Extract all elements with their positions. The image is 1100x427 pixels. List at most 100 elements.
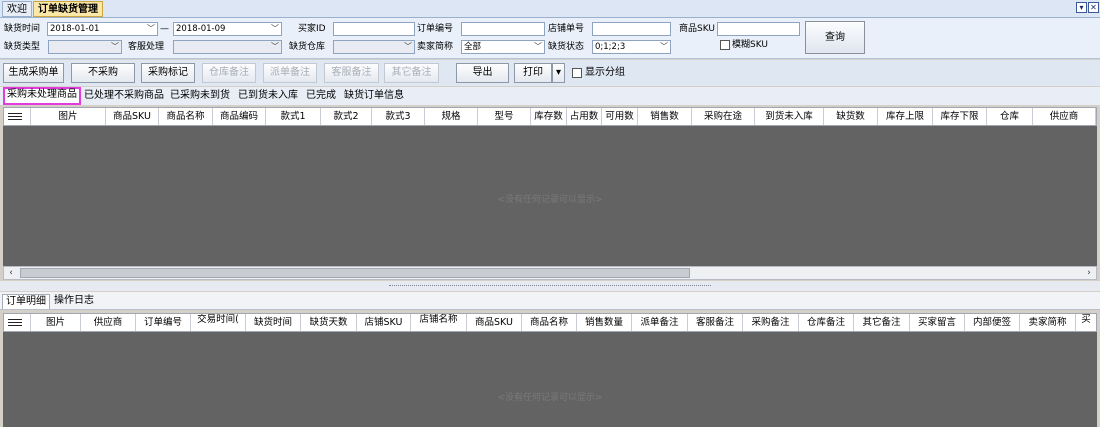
buyer-id-input[interactable] bbox=[333, 22, 415, 36]
column-header[interactable]: 商品编码 bbox=[213, 108, 266, 125]
fuzzy-sku-label: 模糊SKU bbox=[732, 40, 768, 50]
seller-select[interactable]: 全部 ﹀ bbox=[461, 40, 545, 54]
purchase-mark-button[interactable]: 采购标记 bbox=[141, 63, 195, 83]
order-no-input[interactable] bbox=[461, 22, 545, 36]
tab-purchased-not-arrived[interactable]: 已采购未到货 bbox=[168, 88, 232, 104]
query-button[interactable]: 查询 bbox=[805, 21, 865, 54]
column-header[interactable]: 店铺SKU bbox=[357, 314, 411, 331]
lack-status-value: 0;1;2;3 bbox=[595, 42, 626, 52]
tab-lack-order-info[interactable]: 缺货订单信息 bbox=[342, 88, 406, 104]
menu-icon bbox=[8, 319, 22, 326]
splitter-grip[interactable] bbox=[389, 285, 711, 287]
chevron-down-icon: ﹀ bbox=[271, 42, 279, 51]
column-header[interactable]: 商品名称 bbox=[522, 314, 577, 331]
column-header[interactable]: 采购备注 bbox=[743, 314, 799, 331]
sku-input[interactable] bbox=[717, 22, 800, 36]
column-header[interactable]: 到货未入库 bbox=[755, 108, 824, 125]
lack-status-select[interactable]: 0;1;2;3 ﹀ bbox=[592, 40, 671, 54]
column-menu-button[interactable] bbox=[4, 314, 31, 331]
column-header[interactable]: 图片 bbox=[31, 314, 81, 331]
menu-icon bbox=[8, 113, 22, 120]
tab-unprocessed[interactable]: 采购未处理商品 bbox=[3, 87, 81, 105]
shop-order-input[interactable] bbox=[592, 22, 671, 36]
print-dropdown-button[interactable]: ▾ bbox=[552, 63, 565, 83]
upper-grid-body[interactable]: <没有任何记录可以显示> bbox=[3, 126, 1097, 266]
export-button[interactable]: 导出 bbox=[456, 63, 509, 83]
scroll-right-icon[interactable]: › bbox=[1082, 267, 1096, 279]
column-header[interactable]: 可用数 bbox=[602, 108, 638, 125]
dispatch-note-button[interactable]: 派单备注 bbox=[263, 63, 317, 83]
dropdown-icon[interactable]: ▾ bbox=[1076, 2, 1087, 13]
column-header[interactable]: 订单编号 bbox=[136, 314, 191, 331]
tab-operation-log[interactable]: 操作日志 bbox=[51, 294, 97, 309]
empty-message: <没有任何记录可以显示> bbox=[497, 195, 603, 205]
column-header[interactable]: 图片 bbox=[31, 108, 106, 125]
column-header[interactable]: 商品SKU bbox=[467, 314, 522, 331]
horizontal-scrollbar[interactable]: ‹ › bbox=[3, 266, 1097, 280]
pane-splitter[interactable] bbox=[0, 281, 1100, 291]
column-header[interactable]: 款式2 bbox=[321, 108, 372, 125]
column-header[interactable]: 派单备注 bbox=[632, 314, 688, 331]
column-header[interactable]: 库存下限 bbox=[933, 108, 987, 125]
order-no-label: 订单编号 bbox=[417, 24, 454, 34]
cs-handling-select[interactable]: ﹀ bbox=[173, 40, 282, 54]
column-header[interactable]: 款式1 bbox=[266, 108, 321, 125]
date-from-picker[interactable]: 2018-01-01 ﹀ bbox=[47, 22, 158, 36]
column-header[interactable]: 交易时间( bbox=[191, 314, 246, 331]
tab-order-detail[interactable]: 订单明细 bbox=[2, 294, 50, 309]
tab-processed-no-purchase[interactable]: 已处理不采购商品 bbox=[82, 88, 166, 104]
lower-grid-body[interactable]: <没有任何记录可以显示> bbox=[3, 332, 1097, 427]
tab-order-lack-management[interactable]: 订单缺货管理 bbox=[33, 1, 103, 17]
column-header[interactable]: 占用数 bbox=[567, 108, 602, 125]
cs-note-button[interactable]: 客服备注 bbox=[324, 63, 379, 83]
fuzzy-sku-checkbox[interactable] bbox=[720, 40, 730, 50]
column-header[interactable]: 买家留言 bbox=[910, 314, 965, 331]
column-header[interactable]: 采购在途 bbox=[692, 108, 755, 125]
generate-po-button[interactable]: 生成采购单 bbox=[3, 63, 64, 83]
column-header[interactable]: 缺货数 bbox=[824, 108, 878, 125]
column-header[interactable]: 款式3 bbox=[372, 108, 425, 125]
column-header[interactable]: 型号 bbox=[478, 108, 531, 125]
no-purchase-button[interactable]: 不采购 bbox=[71, 63, 135, 83]
column-header[interactable]: 其它备注 bbox=[854, 314, 910, 331]
column-header[interactable]: 库存上限 bbox=[878, 108, 933, 125]
column-header[interactable]: 销售数量 bbox=[577, 314, 632, 331]
column-menu-button[interactable] bbox=[4, 108, 31, 125]
detail-tab-bar: 订单明细 操作日志 bbox=[0, 292, 1100, 310]
column-header[interactable]: 卖家简称 bbox=[1020, 314, 1076, 331]
other-note-button[interactable]: 其它备注 bbox=[384, 63, 439, 83]
tab-completed[interactable]: 已完成 bbox=[304, 88, 338, 104]
status-tab-bar: 采购未处理商品 已处理不采购商品 已采购未到货 已到货未入库 已完成 缺货订单信… bbox=[0, 87, 1100, 105]
warehouse-select[interactable]: ﹀ bbox=[333, 40, 415, 54]
chevron-down-icon: ﹀ bbox=[660, 42, 668, 51]
show-group-checkbox[interactable] bbox=[572, 68, 582, 78]
column-header[interactable]: 仓库备注 bbox=[799, 314, 854, 331]
column-header[interactable]: 供应商 bbox=[1033, 108, 1096, 125]
column-header[interactable]: 仓库 bbox=[987, 108, 1033, 125]
chevron-down-icon: ▾ bbox=[555, 67, 562, 78]
close-icon[interactable]: ✕ bbox=[1088, 2, 1099, 13]
column-header[interactable]: 库存数 bbox=[531, 108, 567, 125]
warehouse-note-button[interactable]: 仓库备注 bbox=[202, 63, 256, 83]
column-header[interactable]: 商品SKU bbox=[106, 108, 159, 125]
column-header[interactable]: 规格 bbox=[425, 108, 478, 125]
column-header[interactable]: 缺货天数 bbox=[301, 314, 357, 331]
chevron-down-icon: ﹀ bbox=[404, 42, 412, 51]
column-header[interactable]: 供应商 bbox=[81, 314, 136, 331]
column-header[interactable]: 销售数 bbox=[638, 108, 692, 125]
column-header[interactable]: 缺货时间 bbox=[246, 314, 301, 331]
column-header[interactable]: 商品名称 bbox=[159, 108, 213, 125]
column-header[interactable]: 内部便签 bbox=[965, 314, 1020, 331]
lack-type-select[interactable]: ﹀ bbox=[48, 40, 122, 54]
date-to-picker[interactable]: 2018-01-09 ﹀ bbox=[173, 22, 282, 36]
lack-type-label: 缺货类型 bbox=[4, 42, 41, 52]
scroll-left-icon[interactable]: ‹ bbox=[4, 267, 18, 279]
column-header[interactable]: 店铺名称 bbox=[411, 314, 467, 331]
tab-arrived-not-stocked[interactable]: 已到货未入库 bbox=[236, 88, 300, 104]
seller-value: 全部 bbox=[464, 42, 482, 52]
scrollbar-thumb[interactable] bbox=[20, 268, 690, 278]
column-header[interactable]: 客服备注 bbox=[688, 314, 743, 331]
print-button[interactable]: 打印 bbox=[514, 63, 552, 83]
tab-welcome[interactable]: 欢迎 bbox=[2, 1, 32, 17]
column-header[interactable]: 买 bbox=[1076, 314, 1096, 331]
